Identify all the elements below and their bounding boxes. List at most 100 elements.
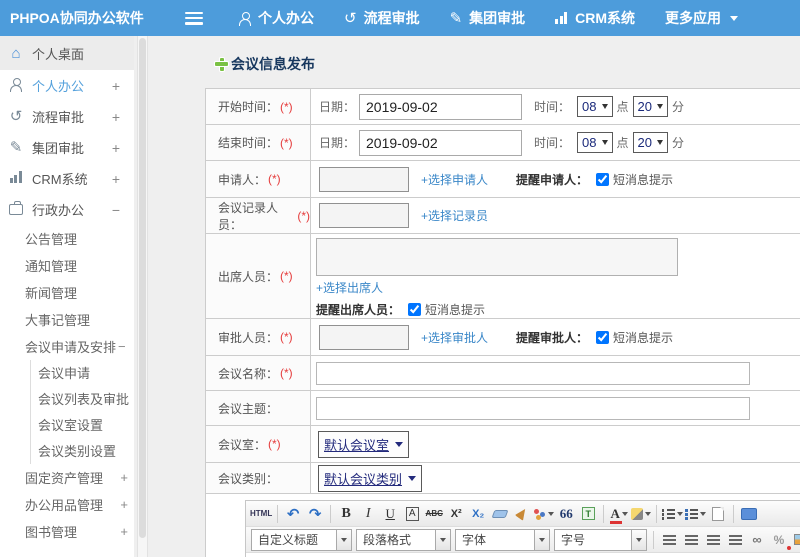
expand-plus-icon[interactable]: +	[112, 109, 120, 125]
meeting-room-select[interactable]: 默认会议室	[318, 430, 410, 458]
choose-recorder-link[interactable]: +选择记录员	[421, 207, 488, 224]
anchor-icon[interactable]: %	[769, 530, 791, 550]
undo-icon[interactable]: ↶	[283, 504, 303, 524]
collapse-minus-icon[interactable]: −	[112, 202, 120, 218]
sidebar-item-admin-office[interactable]: 行政办公 −	[0, 194, 134, 225]
chevron-down-icon[interactable]	[337, 528, 352, 551]
attendees-sms-checkbox[interactable]	[408, 303, 422, 316]
expand-plus-icon[interactable]: +	[120, 497, 128, 512]
applicant-input[interactable]	[319, 166, 409, 192]
expand-plus-icon[interactable]: +	[112, 140, 120, 156]
blockquote-button[interactable]: 66	[556, 504, 576, 524]
format-brush-icon[interactable]	[512, 504, 532, 524]
chevron-down-icon[interactable]	[436, 528, 451, 551]
expand-plus-icon[interactable]: +	[120, 524, 128, 539]
sidebar-item-meeting-category-setting[interactable]: 会议类别设置	[38, 438, 134, 464]
approver-sms-checkbox[interactable]	[596, 330, 610, 344]
chevron-down-icon	[656, 140, 663, 145]
chevron-down-icon[interactable]	[632, 528, 647, 551]
expand-plus-icon[interactable]: +	[112, 171, 120, 187]
underline-button[interactable]: U	[380, 504, 400, 524]
html-source-button[interactable]: HTML	[250, 504, 272, 524]
approver-input[interactable]	[319, 324, 409, 350]
sidebar-item-meeting-apply[interactable]: 会议申请	[38, 360, 134, 386]
paste-table-icon[interactable]: T	[578, 504, 598, 524]
sidebar-scrollbar[interactable]	[137, 36, 148, 557]
redo-icon[interactable]: ↷	[305, 504, 325, 524]
align-center-icon[interactable]	[681, 530, 701, 550]
start-date-input[interactable]	[359, 93, 523, 120]
rich-text-editor: HTML ↶ ↷ B I U A ABC X² X₂ 66 T A 自定义标题 …	[245, 500, 800, 557]
paragraph-format-dropdown[interactable]: 段落格式	[356, 528, 451, 551]
meeting-subject-input[interactable]	[316, 396, 750, 420]
sidebar-item-group-approval[interactable]: ✎ 集团审批 +	[0, 132, 134, 163]
choose-applicant-link[interactable]: +选择申请人	[421, 171, 488, 188]
superscript-button[interactable]: X²	[446, 504, 466, 524]
sidebar-item-meeting-room-setting[interactable]: 会议室设置	[38, 412, 134, 438]
sidebar-item-news-mgmt[interactable]: 新闻管理	[25, 279, 134, 306]
expand-plus-icon[interactable]: +	[112, 78, 120, 94]
custom-title-dropdown[interactable]: 自定义标题	[251, 528, 352, 551]
app-title: PHPOA协同办公软件	[10, 10, 144, 26]
choose-attendees-link[interactable]: +选择出席人	[316, 279, 383, 296]
end-minute-select[interactable]: 20	[632, 132, 668, 153]
sidebar-item-announcement-mgmt[interactable]: 公告管理	[25, 225, 134, 252]
sidebar-item-notice-mgmt[interactable]: 通知管理	[25, 252, 134, 279]
editor-content-area[interactable]	[246, 553, 800, 557]
topmenu-personal-office[interactable]: 个人办公	[239, 8, 314, 28]
collapse-minus-icon[interactable]: −	[118, 339, 126, 354]
choose-approver-link[interactable]: +选择审批人	[421, 329, 488, 346]
paint-color-icon[interactable]	[534, 504, 555, 524]
meeting-name-input[interactable]	[316, 361, 750, 385]
unordered-list-button[interactable]	[685, 504, 707, 524]
sidebar-item-workflow-approval[interactable]: ↺ 流程审批 +	[0, 101, 134, 132]
border-text-button[interactable]: A	[405, 506, 419, 521]
sidebar-item-desktop[interactable]: ⌂ 个人桌面	[0, 36, 134, 70]
image-icon[interactable]	[791, 530, 800, 550]
link-icon[interactable]: ∞	[747, 530, 767, 550]
topmenu-more-apps[interactable]: 更多应用	[665, 8, 739, 28]
new-page-icon[interactable]	[708, 504, 728, 524]
eraser-icon[interactable]	[490, 504, 510, 524]
sidebar-item-meeting-list-approval[interactable]: 会议列表及审批	[38, 386, 134, 412]
chevron-down-icon[interactable]	[535, 528, 550, 551]
sidebar-item-events-mgmt[interactable]: 大事记管理	[25, 306, 134, 333]
highlight-color-button[interactable]	[631, 504, 652, 524]
bold-button[interactable]: B	[336, 504, 356, 524]
top-menu: 个人办公 ↺ 流程审批 ✎ 集团审批 CRM系统 更多应用	[239, 8, 739, 28]
flow-icon: ↺	[9, 108, 23, 125]
end-date-input[interactable]	[359, 129, 523, 156]
sidebar-item-meeting-apply-arrange[interactable]: 会议申请及安排 −	[25, 333, 134, 360]
scrollbar-thumb[interactable]	[139, 38, 146, 538]
sidebar-item-fixed-assets-mgmt[interactable]: 固定资产管理 +	[25, 464, 134, 491]
start-minute-select[interactable]: 20	[632, 96, 668, 117]
align-right-icon[interactable]	[703, 530, 723, 550]
sidebar-item-office-supplies-mgmt[interactable]: 办公用品管理 +	[25, 491, 134, 518]
bar-chart-icon	[9, 171, 23, 183]
topmenu-workflow-approval[interactable]: ↺ 流程审批	[344, 8, 420, 28]
fullscreen-icon[interactable]	[739, 504, 759, 524]
meeting-category-select[interactable]: 默认会议类别	[318, 464, 423, 492]
topmenu-crm[interactable]: CRM系统	[555, 8, 635, 28]
expand-plus-icon[interactable]: +	[120, 470, 128, 485]
end-hour-select[interactable]: 08	[577, 132, 613, 153]
strikethrough-button[interactable]: ABC	[424, 504, 444, 524]
start-hour-select[interactable]: 08	[577, 96, 613, 117]
recorder-input[interactable]	[319, 203, 409, 228]
menu-toggle-icon[interactable]	[185, 11, 203, 25]
font-color-button[interactable]: A	[609, 504, 629, 524]
sidebar-item-crm[interactable]: CRM系统 +	[0, 163, 134, 194]
align-justify-icon[interactable]	[725, 530, 745, 550]
sidebar-item-book-mgmt[interactable]: 图书管理 +	[25, 518, 134, 545]
attendees-textarea[interactable]	[316, 238, 678, 276]
font-size-dropdown[interactable]: 字号	[554, 528, 647, 551]
required-mark: (*)	[268, 172, 281, 186]
ordered-list-button[interactable]	[662, 504, 684, 524]
applicant-sms-checkbox[interactable]	[596, 172, 610, 186]
italic-button[interactable]: I	[358, 504, 378, 524]
sidebar-item-personal-office[interactable]: 个人办公 +	[0, 70, 134, 101]
font-family-dropdown[interactable]: 字体	[455, 528, 550, 551]
subscript-button[interactable]: X₂	[468, 504, 488, 524]
align-left-icon[interactable]	[659, 530, 679, 550]
topmenu-group-approval[interactable]: ✎ 集团审批	[450, 8, 526, 28]
